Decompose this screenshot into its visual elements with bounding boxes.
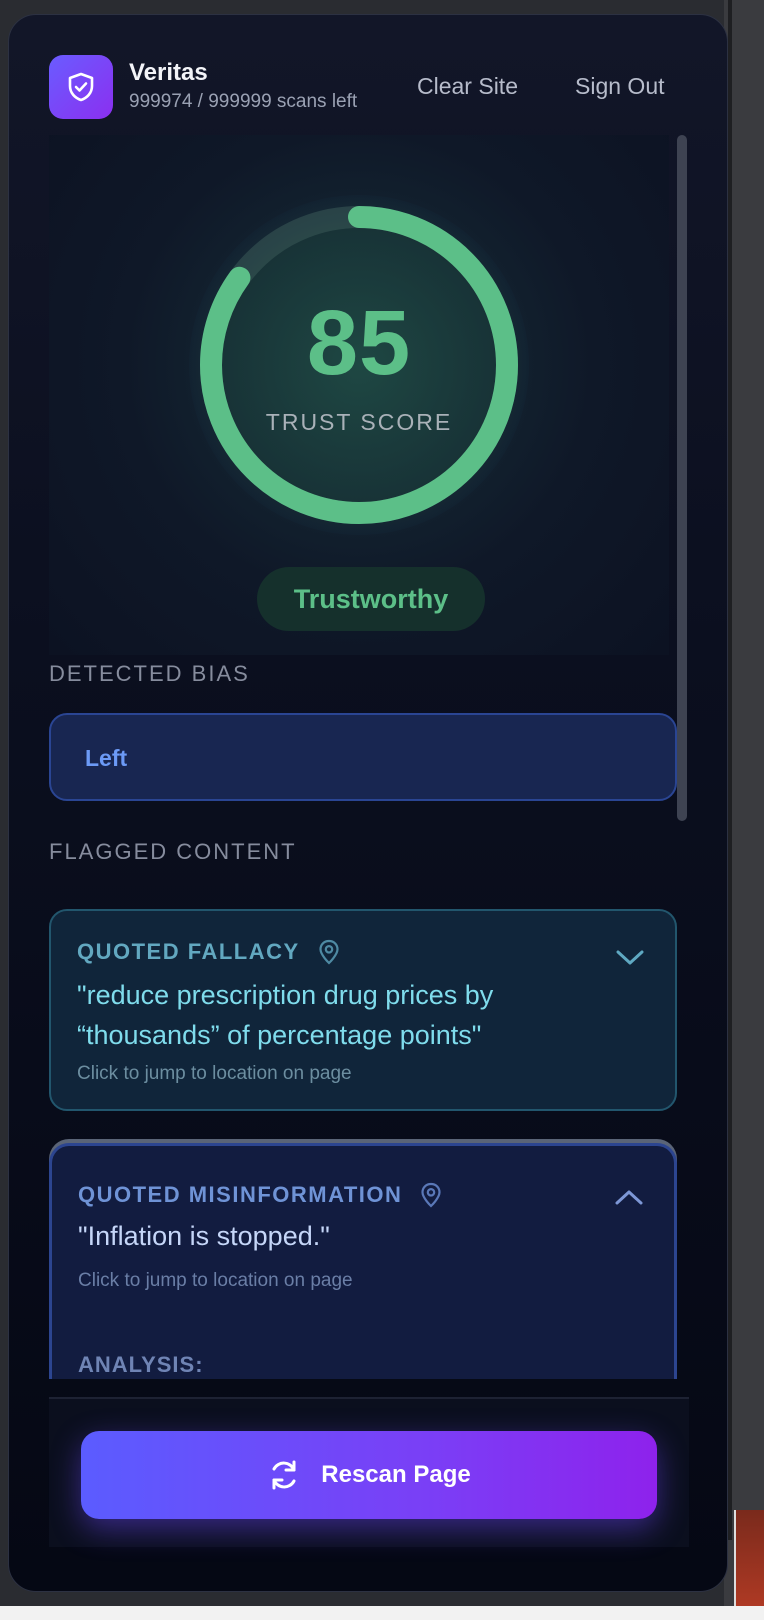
flag-type-label: QUOTED FALLACY: [77, 939, 300, 964]
flagged-content-heading: FLAGGED CONTENT: [49, 839, 297, 864]
location-pin-icon[interactable]: [420, 1182, 442, 1208]
background-bottom-strip: [0, 1606, 764, 1620]
bias-value: Left: [85, 745, 128, 771]
verdict-badge: Trustworthy: [257, 567, 485, 631]
footer: Rescan Page: [49, 1397, 689, 1547]
trust-score-label: TRUST SCORE: [265, 409, 453, 435]
trust-score-card: 85 TRUST SCORE Trustworthy: [49, 135, 669, 655]
flag-type: QUOTED FALLACY: [77, 939, 340, 965]
sign-out-button[interactable]: Sign Out: [575, 73, 665, 100]
results-scroll-area[interactable]: 85 TRUST SCORE Trustworthy DETECTED BIAS…: [49, 135, 689, 1379]
background-window: [724, 0, 764, 1620]
scans-remaining: 999974 / 999999 scans left: [129, 91, 358, 112]
trust-score-value: 85: [306, 292, 412, 394]
trust-score-gauge: 85 TRUST SCORE: [189, 195, 529, 535]
app-title: Veritas: [129, 59, 208, 86]
chevron-up-icon[interactable]: [614, 1186, 644, 1210]
bias-box: Left: [49, 713, 677, 801]
rescan-label: Rescan Page: [321, 1461, 471, 1488]
flagged-item[interactable]: QUOTED FALLACY "reduce prescription drug…: [49, 909, 677, 1111]
flag-quote-line: "reduce prescription drug prices by: [77, 980, 494, 1010]
chevron-down-icon[interactable]: [615, 945, 645, 969]
jump-to-location-hint: Click to jump to location on page: [78, 1270, 353, 1291]
extension-panel: Veritas 999974 / 999999 scans left Clear…: [8, 14, 728, 1592]
flag-type: QUOTED MISINFORMATION: [78, 1182, 442, 1208]
flag-quote-line: “thousands” of percentage points": [77, 1020, 482, 1050]
analysis-heading: ANALYSIS:: [78, 1352, 204, 1377]
flag-type-label: QUOTED MISINFORMATION: [78, 1182, 403, 1207]
flag-quote-line: "Inflation is stopped.": [78, 1221, 330, 1251]
header: Veritas 999974 / 999999 scans left Clear…: [9, 15, 727, 145]
flagged-item-expanded[interactable]: QUOTED MISINFORMATION "Inflation is stop…: [49, 1143, 677, 1379]
jump-to-location-hint: Click to jump to location on page: [77, 1063, 352, 1084]
window-edge: [728, 0, 732, 1540]
location-pin-icon[interactable]: [318, 939, 340, 965]
refresh-icon: [272, 1460, 296, 1490]
scrollbar-thumb[interactable]: [677, 135, 687, 821]
clear-site-button[interactable]: Clear Site: [417, 73, 518, 100]
detected-bias-heading: DETECTED BIAS: [49, 661, 250, 686]
rescan-page-button[interactable]: Rescan Page: [81, 1431, 657, 1519]
shield-check-icon: [68, 72, 94, 102]
app-logo: [49, 55, 113, 119]
background-app-strip: [734, 1510, 764, 1610]
